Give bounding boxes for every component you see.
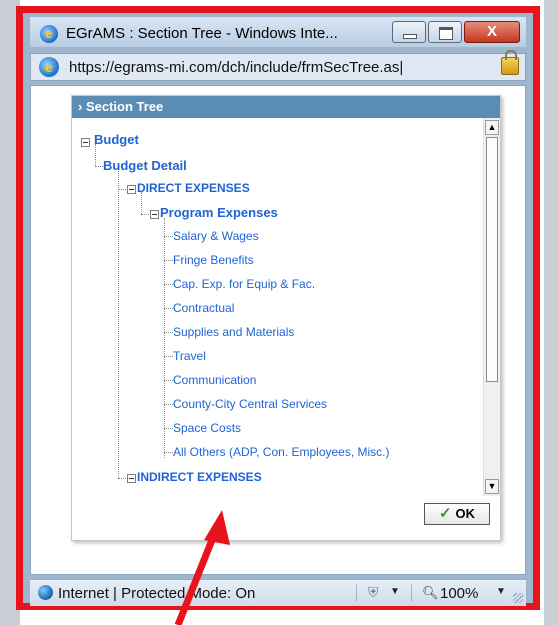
- maximize-button[interactable]: [428, 21, 462, 43]
- tree-connector: [118, 168, 119, 478]
- tree-connector: [164, 236, 173, 237]
- ie-logo-icon: e: [40, 25, 58, 43]
- tree-node-direct-expenses[interactable]: DIRECT EXPENSES: [137, 181, 250, 195]
- resize-grip-icon[interactable]: [513, 593, 523, 603]
- chevron-right-icon: ›: [78, 99, 83, 114]
- close-icon: X: [486, 23, 497, 40]
- ok-label: OK: [455, 506, 476, 521]
- tree-node-budget-detail[interactable]: Budget Detail: [103, 158, 187, 173]
- tree-leaf-contractual[interactable]: Contractual: [173, 301, 234, 315]
- tree-leaf-all-others[interactable]: All Others (ADP, Con. Employees, Misc.): [173, 445, 390, 459]
- tree-connector: [164, 428, 173, 429]
- title-bar[interactable]: e EGrAMS : Section Tree - Windows Inte..…: [30, 17, 526, 47]
- tree-connector: [141, 214, 149, 215]
- chevron-down-icon[interactable]: ▼: [496, 586, 506, 597]
- scroll-thumb[interactable]: [486, 137, 498, 382]
- window-title: EGrAMS : Section Tree - Windows Inte...: [66, 25, 338, 42]
- page-content: › Section Tree Budget Budget Detail DIRE…: [30, 85, 526, 575]
- address-url[interactable]: https://egrams-mi.com/dch/include/frmSec…: [69, 59, 403, 76]
- tree-connector: [164, 332, 173, 333]
- tree-leaf-supplies[interactable]: Supplies and Materials: [173, 325, 294, 339]
- protected-mode-shield-icon[interactable]: ⛨: [368, 584, 379, 601]
- ie-page-icon: e: [39, 57, 59, 77]
- ok-button[interactable]: ✓ OK: [424, 503, 490, 525]
- dialog-title: Section Tree: [85, 99, 164, 114]
- vertical-scrollbar[interactable]: ▲ ▼: [483, 118, 500, 496]
- checkmark-icon: ✓: [438, 505, 452, 522]
- tree-node-program-expenses[interactable]: Program Expenses: [160, 205, 278, 220]
- tree-node-indirect-expenses[interactable]: INDIRECT EXPENSES: [137, 470, 262, 484]
- collapse-toggle-icon[interactable]: [127, 474, 136, 483]
- tree-leaf-cap-exp[interactable]: Cap. Exp. for Equip & Fac.: [173, 277, 315, 291]
- address-bar[interactable]: e https://egrams-mi.com/dch/include/frmS…: [30, 50, 526, 81]
- minimize-button[interactable]: [392, 21, 426, 43]
- tree-leaf-space-costs[interactable]: Space Costs: [173, 421, 241, 435]
- tree-leaf-salary-wages[interactable]: Salary & Wages: [173, 229, 259, 243]
- scroll-up-arrow-icon[interactable]: ▲: [485, 120, 499, 135]
- collapse-toggle-icon[interactable]: [127, 185, 136, 194]
- tree-connector: [164, 380, 173, 381]
- section-tree: Budget Budget Detail DIRECT EXPENSES Pro…: [72, 118, 482, 498]
- tree-connector: [164, 260, 173, 261]
- zoom-level[interactable]: 100%: [440, 585, 478, 602]
- annotation-highlight-frame: e EGrAMS : Section Tree - Windows Inte..…: [16, 6, 540, 610]
- lock-icon[interactable]: [501, 50, 519, 75]
- tree-connector: [118, 189, 126, 190]
- desktop-background-right: [544, 0, 558, 625]
- globe-icon: [38, 585, 53, 600]
- chevron-down-icon[interactable]: ▼: [390, 586, 400, 597]
- tree-connector: [141, 192, 142, 214]
- status-bar: Internet | Protected Mode: On ⛨ ▼ 🔍︎ 100…: [30, 579, 526, 606]
- collapse-toggle-icon[interactable]: [150, 210, 159, 219]
- tree-connector: [95, 166, 103, 167]
- tree-node-budget[interactable]: Budget: [94, 132, 139, 147]
- tree-connector: [95, 144, 96, 166]
- security-zone-text[interactable]: Internet | Protected Mode: On: [58, 585, 255, 602]
- tree-leaf-communication[interactable]: Communication: [173, 373, 256, 387]
- tree-connector: [164, 452, 173, 453]
- tree-leaf-county-city[interactable]: County-City Central Services: [173, 397, 327, 411]
- divider: [411, 584, 412, 602]
- dialog-header: › Section Tree: [72, 96, 500, 118]
- tree-connector: [164, 404, 173, 405]
- tree-connector: [164, 308, 173, 309]
- divider: [356, 584, 357, 602]
- tree-connector: [164, 356, 173, 357]
- tree-connector: [164, 284, 173, 285]
- section-tree-dialog: › Section Tree Budget Budget Detail DIRE…: [71, 95, 501, 541]
- tree-connector: [118, 478, 126, 479]
- tree-leaf-fringe-benefits[interactable]: Fringe Benefits: [173, 253, 254, 267]
- scroll-down-arrow-icon[interactable]: ▼: [485, 479, 499, 494]
- close-button[interactable]: X: [464, 21, 520, 43]
- tree-connector: [164, 218, 165, 458]
- collapse-toggle-icon[interactable]: [81, 138, 90, 147]
- tree-leaf-travel[interactable]: Travel: [173, 349, 206, 363]
- zoom-magnifier-icon: 🔍︎: [422, 585, 439, 600]
